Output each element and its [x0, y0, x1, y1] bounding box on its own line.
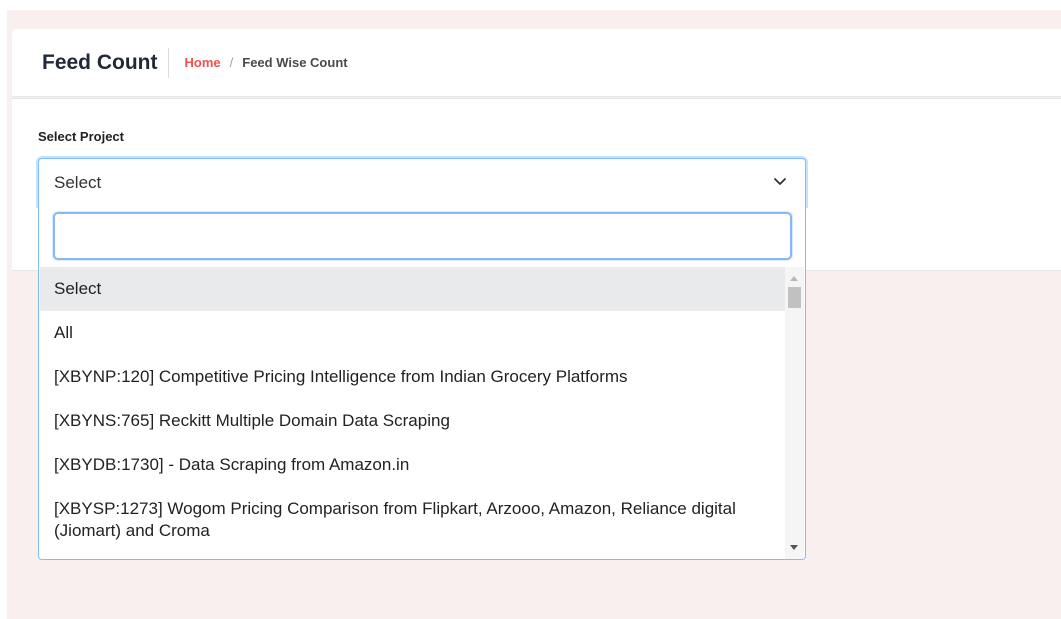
- dropdown-option[interactable]: [XBYSP:1273] Wogom Pricing Comparison fr…: [40, 487, 785, 553]
- scroll-up-arrow-icon[interactable]: [790, 276, 798, 281]
- chevron-down-icon: [774, 178, 786, 185]
- page-title: Feed Count: [42, 47, 169, 78]
- breadcrumb-current: Feed Wise Count: [242, 55, 348, 70]
- project-select[interactable]: Select: [38, 158, 806, 206]
- scroll-thumb[interactable]: [788, 287, 801, 308]
- breadcrumb-home-link[interactable]: Home: [185, 55, 221, 70]
- dropdown-option[interactable]: All: [40, 311, 785, 355]
- project-select-value: Select: [54, 172, 102, 192]
- dropdown-option[interactable]: Select: [40, 267, 785, 311]
- dropdown-scrollbar[interactable]: [785, 267, 804, 559]
- breadcrumb: Home / Feed Wise Count: [185, 55, 348, 70]
- dropdown-search-input[interactable]: [53, 212, 792, 260]
- project-dropdown: Select All [XBYNP:120] Competitive Prici…: [38, 206, 806, 560]
- dropdown-option[interactable]: [XBYNP:120] Competitive Pricing Intellig…: [40, 355, 785, 399]
- dropdown-option[interactable]: [XBYDB:1730] - Data Scraping from Amazon…: [40, 443, 785, 487]
- dropdown-option[interactable]: [XBYNS:765] Reckitt Multiple Domain Data…: [40, 399, 785, 443]
- page-header: Feed Count Home / Feed Wise Count: [12, 29, 1061, 97]
- scroll-down-arrow-icon[interactable]: [790, 545, 798, 550]
- breadcrumb-separator: /: [229, 55, 234, 70]
- dropdown-options-list: Select All [XBYNP:120] Competitive Prici…: [40, 267, 785, 559]
- select-project-label: Select Project: [38, 129, 124, 144]
